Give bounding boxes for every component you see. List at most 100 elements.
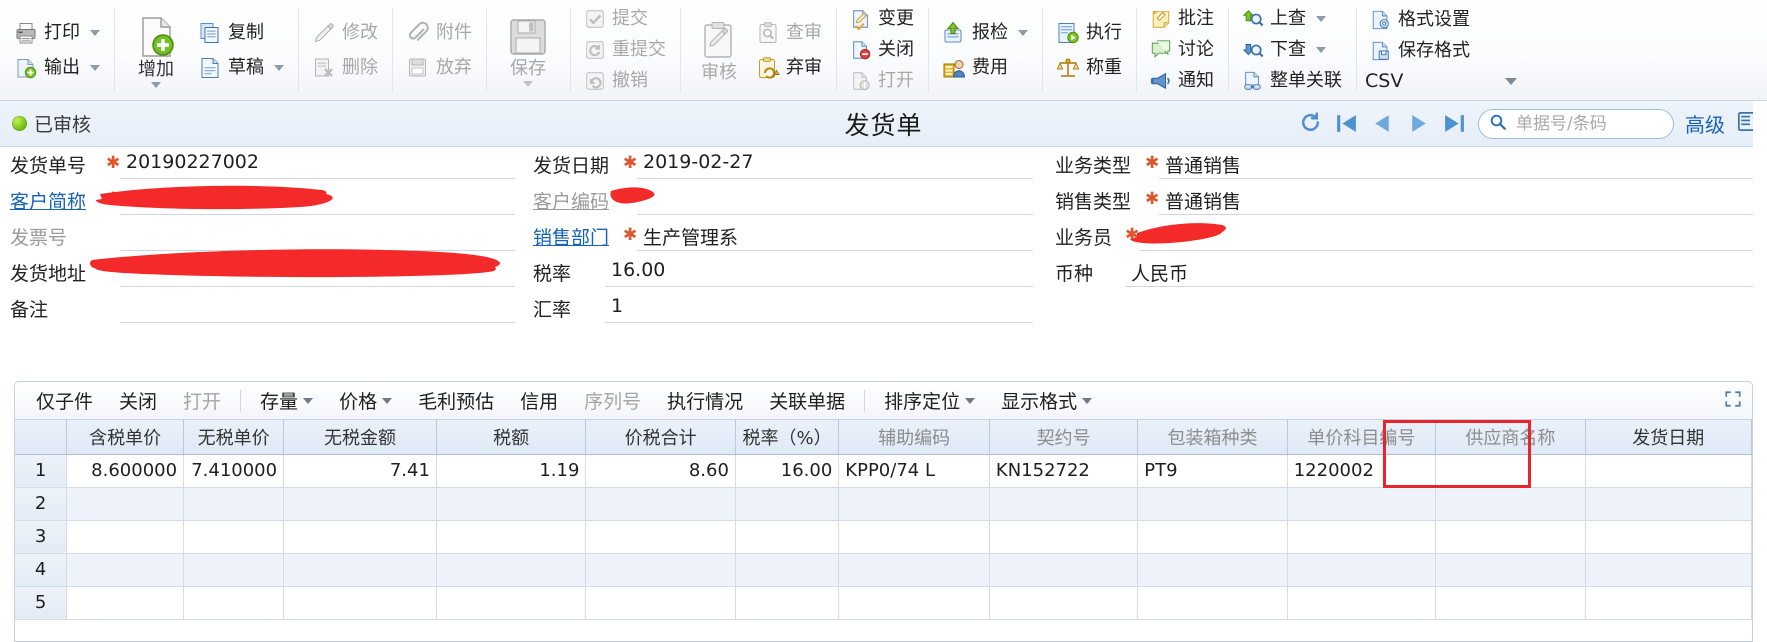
grid-cell[interactable] [989,520,1139,554]
grid-cell[interactable] [1287,487,1437,521]
grid-column-header[interactable]: 价税合计 [585,420,736,455]
attachment-button[interactable]: 附件 [401,19,477,47]
grid-cell[interactable] [838,487,990,521]
grid-btn-child-only[interactable]: 仅子件 [23,387,106,414]
grid-cell[interactable] [1137,520,1288,554]
grid-column-header[interactable]: 含税单价 [66,420,185,455]
close-doc-button[interactable]: 关闭 [845,36,919,64]
field-label[interactable]: 客户编码 [533,183,623,214]
first-record-icon[interactable] [1334,111,1359,136]
grid-cell[interactable] [1137,553,1288,587]
revoke-button[interactable]: 撤销 [579,67,671,95]
grid-btn-serial-no[interactable]: 序列号 [571,387,654,414]
add-button[interactable]: 增加 [123,12,189,88]
row-number-cell[interactable]: 2 [15,487,68,521]
row-number-cell[interactable]: 3 [15,520,68,554]
grid-cell[interactable] [1435,487,1586,521]
grid-btn-related-docs[interactable]: 关联单据 [756,387,858,414]
grid-cell[interactable] [283,586,437,620]
grid-column-header[interactable]: 包装箱种类 [1137,420,1288,455]
whole-doc-link-button[interactable]: 整单关联 [1237,67,1347,95]
chevron-down-icon[interactable] [965,397,976,404]
chevron-down-icon[interactable] [1082,397,1093,404]
chevron-down-icon[interactable] [382,397,393,404]
grid-cell[interactable] [585,520,736,554]
grid-cell[interactable] [585,487,736,521]
grid-cell[interactable] [735,586,840,620]
row-number-cell[interactable]: 1 [15,454,68,488]
unaudit-button[interactable]: 弃审 [751,54,827,82]
last-record-icon[interactable] [1442,111,1467,136]
grid-btn-close[interactable]: 关闭 [106,387,170,414]
modify-button[interactable]: 修改 [307,19,383,47]
grid-cell[interactable] [1585,487,1752,521]
field-customer-code[interactable]: 客户编码 [533,183,1033,219]
search-input[interactable] [1514,112,1654,135]
row-number-cell[interactable]: 4 [15,553,68,587]
grid-cell[interactable] [585,586,736,620]
grid-column-header[interactable]: 单价科目编号 [1287,420,1437,455]
grid-cell[interactable] [1585,520,1752,554]
grid-cell[interactable] [1435,520,1586,554]
grid-cell[interactable] [989,586,1139,620]
export-button[interactable]: 输出 [9,54,105,82]
discard-button[interactable]: 放弃 [401,54,477,82]
grid-cell[interactable] [585,553,736,587]
notify-button[interactable]: 通知 [1145,67,1219,95]
chevron-down-icon[interactable] [303,397,314,404]
field-salesperson[interactable]: 业务员 ✱ [1055,219,1755,255]
trace-down-button[interactable]: 下查 [1237,36,1347,64]
grid-column-header[interactable]: 发货日期 [1585,420,1752,455]
grid-btn-credit[interactable]: 信用 [507,387,571,414]
execute-button[interactable]: 执行 [1051,19,1127,47]
grid-cell[interactable] [66,520,185,554]
grid-cell[interactable] [436,487,587,521]
grid-cell[interactable]: 7.410000 [183,454,285,488]
field-label[interactable]: 客户简称 [10,183,106,214]
print-button[interactable]: 打印 [9,19,105,47]
grid-cell[interactable] [735,520,840,554]
grid-cell[interactable]: 7.41 [283,454,437,488]
field-customer-short-name[interactable]: 客户简称 ✱ [10,183,515,219]
grid-cell[interactable]: KN152722 [989,454,1139,488]
grid-cell[interactable]: PT9 [1137,454,1288,488]
advanced-search-link[interactable]: 高级 [1685,109,1725,138]
field-value[interactable]: 1 [605,291,1033,323]
field-value[interactable] [120,255,515,287]
table-row[interactable]: 1 8.600000 7.410000 7.41 1.19 8.60 16.00 KPP0/7… [15,454,1752,488]
grid-cell[interactable] [1137,586,1288,620]
row-number-cell[interactable]: 5 [15,586,68,620]
format-settings-button[interactable]: 格式设置 [1365,6,1517,34]
grid-cell[interactable] [1287,520,1437,554]
field-remark[interactable]: 备注 [10,291,515,327]
grid-cell[interactable]: KPP0/74 L [838,454,990,488]
field-delivery-date[interactable]: 发货日期 ✱ 2019-02-27 [533,147,1033,183]
table-row[interactable]: 3 [15,520,1752,554]
grid-cell[interactable] [1585,586,1752,620]
grid-btn-open[interactable]: 打开 [170,387,234,414]
field-tax-rate[interactable]: 税率 16.00 [533,255,1033,291]
grid-cell[interactable] [436,520,587,554]
copy-button[interactable]: 复制 [193,19,289,47]
table-row[interactable]: 2 [15,487,1752,521]
add-dropdown-caret[interactable] [151,81,161,88]
grid-cell[interactable] [183,520,285,554]
grid-cell[interactable] [1435,586,1586,620]
draft-button[interactable]: 草稿 [193,54,289,82]
trace-down-dropdown-caret[interactable] [1316,47,1326,53]
table-row[interactable]: 5 [15,586,1752,620]
export-format-select[interactable]: CSV [1365,68,1517,94]
grid-cell[interactable] [183,487,285,521]
field-exchange-rate[interactable]: 汇率 1 [533,291,1033,327]
grid-cell[interactable] [838,520,990,554]
export-dropdown-caret[interactable] [90,64,100,71]
field-value[interactable] [1139,219,1755,251]
grid-cell[interactable] [1287,586,1437,620]
grid-column-header[interactable]: 供应商名称 [1435,420,1586,455]
grid-cell[interactable] [183,553,285,587]
discussion-button[interactable]: 讨论 [1145,36,1219,64]
grid-column-header[interactable]: 无税金额 [283,420,437,455]
grid-cell[interactable]: 16.00 [735,454,840,488]
grid-column-header[interactable]: 税率（%） [735,420,840,455]
weigh-button[interactable]: 称重 [1051,54,1127,82]
